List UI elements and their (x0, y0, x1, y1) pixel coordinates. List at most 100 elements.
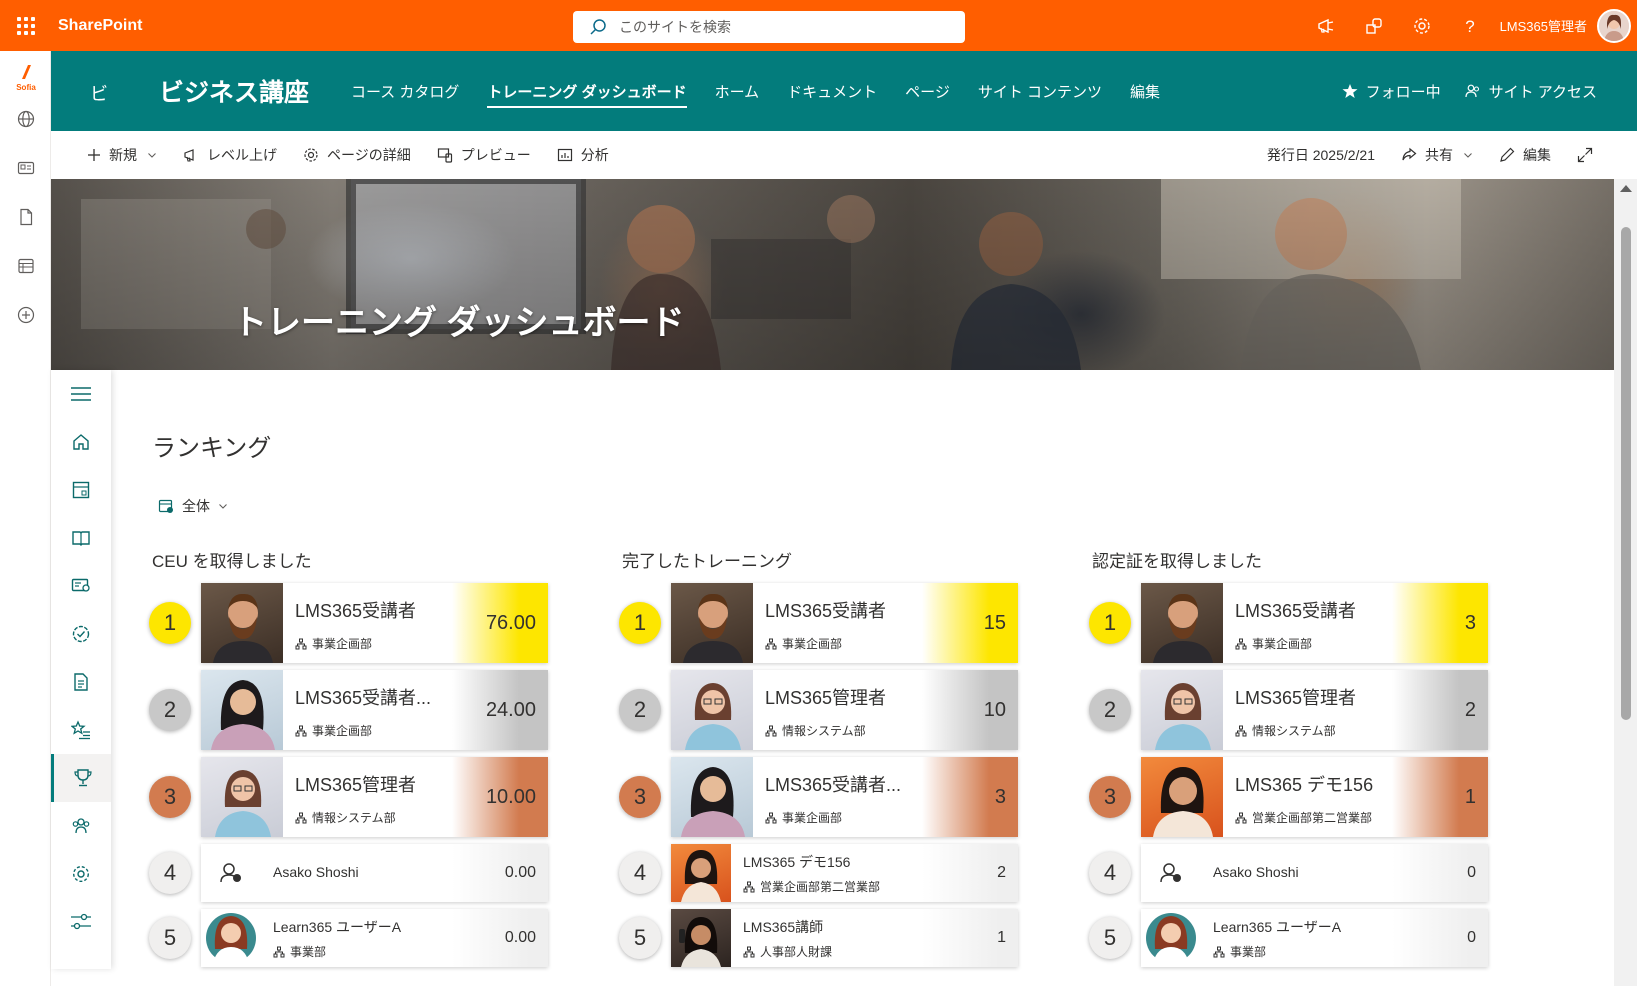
help-icon[interactable]: ? (1446, 0, 1494, 51)
ranking-row: 1 LMS365受講者 事業企画部 3 (1089, 583, 1489, 663)
person-badge-icon (201, 844, 261, 902)
rank-badge: 4 (1089, 852, 1131, 894)
edit-button[interactable]: 編集 (1499, 145, 1551, 165)
user-photo (201, 583, 283, 663)
ranking-card[interactable]: LMS365管理者 情報システム部 2 (1141, 670, 1488, 750)
ranking-card[interactable]: Asako Shoshi 0 (1141, 844, 1488, 902)
scroll-up-arrow[interactable] (1620, 185, 1632, 192)
scope-filter-dropdown[interactable]: 全体 (158, 496, 236, 516)
team-icon[interactable] (51, 802, 111, 850)
new-label: 新規 (109, 147, 137, 163)
ranking-card[interactable]: Learn365 ユーザーA 事業部 0.00 (201, 909, 548, 967)
follow-button[interactable]: フォロー中 (1342, 81, 1441, 102)
ranking-card[interactable]: LMS365受講者... 事業企画部 24.00 (201, 670, 548, 750)
site-logo[interactable]: ビ (81, 75, 117, 111)
apps-share-icon[interactable] (1350, 0, 1398, 51)
nav-course-catalog[interactable]: コース カタログ (351, 75, 459, 108)
hamburger-menu-icon[interactable] (51, 370, 111, 418)
nav-home[interactable]: ホーム (715, 75, 760, 108)
ranking-row: 2 LMS365受講者... 事業企画部 24.00 (149, 670, 549, 750)
ranking-card[interactable]: LMS365 デモ156 営業企画部第二営業部 1 (1141, 757, 1488, 837)
ranking-row: 5 Learn365 ユーザーA 事業部 0.00 (149, 909, 549, 967)
ranking-card[interactable]: LMS365 デモ156 営業企画部第二営業部 2 (671, 844, 1018, 902)
document-icon[interactable] (0, 197, 51, 237)
nav-documents[interactable]: ドキュメント (787, 75, 877, 108)
chevron-down-icon (219, 504, 227, 509)
ranking-card[interactable]: LMS365受講者 事業企画部 3 (1141, 583, 1488, 663)
org-icon (1235, 812, 1247, 823)
nav-site-contents[interactable]: サイト コンテンツ (978, 75, 1102, 108)
settings-gear-icon[interactable] (1398, 0, 1446, 51)
pencil-icon (1500, 147, 1515, 162)
site-access-button[interactable]: サイト アクセス (1464, 81, 1597, 102)
org-icon (765, 638, 777, 649)
app-bar: Sofia (0, 51, 51, 986)
suite-right-actions: ? LMS365管理者 (1302, 0, 1637, 51)
nav-training-dashboard[interactable]: トレーニング ダッシュボード (487, 75, 687, 108)
nav-pages[interactable]: ページ (905, 75, 950, 108)
nav-edit[interactable]: 編集 (1130, 75, 1160, 108)
user-avatar-illustration (201, 909, 261, 967)
expand-button[interactable] (1577, 147, 1601, 163)
ranking-card[interactable]: Learn365 ユーザーA 事業部 0 (1141, 909, 1488, 967)
search-input[interactable] (619, 19, 939, 35)
user-name[interactable]: LMS365管理者 (1500, 16, 1587, 35)
scroll-thumb[interactable] (1621, 227, 1631, 720)
report-icon[interactable] (51, 658, 111, 706)
megaphone-icon[interactable] (1302, 0, 1350, 51)
star-list-icon[interactable] (51, 706, 111, 754)
sharepoint-brand-link[interactable]: SharePoint (58, 17, 142, 35)
score-value: 2 (1392, 670, 1488, 750)
user-photo (1141, 583, 1223, 663)
certificate-icon[interactable] (51, 562, 111, 610)
ranking-card[interactable]: LMS365管理者 情報システム部 10.00 (201, 757, 548, 837)
chevron-down-icon (148, 153, 156, 158)
org-icon (273, 946, 285, 957)
score-value: 0 (1392, 844, 1488, 902)
site-navigation: コース カタログ トレーニング ダッシュボード ホーム ドキュメント ページ サ… (351, 51, 1188, 131)
settings-icon[interactable] (51, 850, 111, 898)
ranking-card[interactable]: Asako Shoshi 0.00 (201, 844, 548, 902)
user-avatar[interactable] (1597, 8, 1631, 43)
svg-text:?: ? (1465, 17, 1474, 36)
site-search-box[interactable] (573, 11, 965, 43)
promote-button[interactable]: レベル上げ (183, 145, 277, 165)
expand-icon (1577, 147, 1593, 163)
catalog-icon[interactable] (51, 466, 111, 514)
analytics-button[interactable]: 分析 (557, 145, 609, 165)
score-value: 3 (922, 757, 1018, 837)
ranking-card[interactable]: LMS365受講者 事業企画部 15 (671, 583, 1018, 663)
preview-button[interactable]: プレビュー (437, 145, 531, 165)
ranking-card[interactable]: LMS365管理者 情報システム部 10 (671, 670, 1018, 750)
globe-icon[interactable] (0, 99, 51, 139)
sofia-logo[interactable]: Sofia (11, 63, 41, 93)
new-button[interactable]: 新規 (87, 145, 157, 165)
score-value: 2 (922, 844, 1018, 902)
page-details-button[interactable]: ページの詳細 (303, 145, 411, 165)
org-icon (295, 638, 307, 649)
score-value: 24.00 (452, 670, 548, 750)
create-plus-icon[interactable] (0, 295, 51, 335)
sliders-icon[interactable] (51, 898, 111, 946)
person-badge-icon (1141, 844, 1201, 902)
rank-badge-gold: 1 (619, 602, 661, 644)
ranking-card[interactable]: LMS365受講者... 事業企画部 3 (671, 757, 1018, 837)
site-title[interactable]: ビジネス講座 (159, 73, 309, 109)
certificates-board: 認定証を取得しました 1 LMS365受講者 事業企画部 3 2 LMS365管… (1089, 547, 1489, 974)
app-launcher-button[interactable] (0, 0, 52, 51)
ranking-row: 5 Learn365 ユーザーA 事業部 0 (1089, 909, 1489, 967)
book-icon[interactable] (51, 514, 111, 562)
suite-bar: SharePoint ? LMS365管理者 (0, 0, 1637, 51)
list-icon[interactable] (0, 246, 51, 286)
share-button[interactable]: 共有 (1401, 145, 1473, 165)
score-value: 10 (922, 670, 1018, 750)
ranking-card[interactable]: LMS365講師 人事部人財課 1 (671, 909, 1018, 967)
verified-badge-icon[interactable] (51, 610, 111, 658)
page-scrollbar[interactable] (1614, 179, 1637, 986)
home-icon[interactable] (51, 418, 111, 466)
ranking-row: 1 LMS365受講者 事業企画部 15 (619, 583, 1019, 663)
ranking-card[interactable]: LMS365受講者 事業企画部 76.00 (201, 583, 548, 663)
trophy-icon[interactable] (51, 754, 111, 802)
news-icon[interactable] (0, 148, 51, 188)
command-bar: 新規 レベル上げ ページの詳細 プレビュー 分析 発行日 2025/2/21 共… (51, 131, 1637, 179)
